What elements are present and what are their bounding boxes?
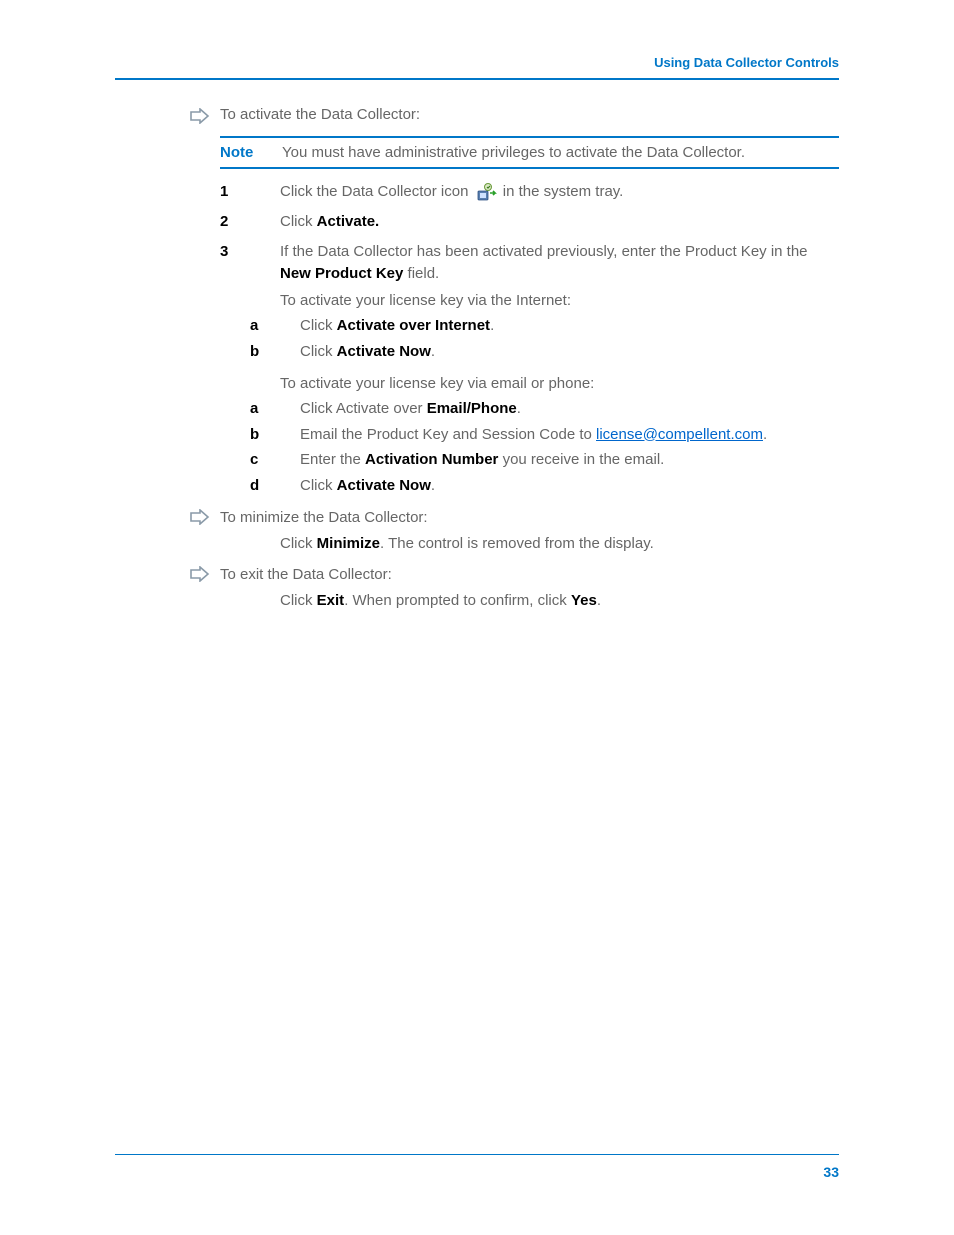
text: Click the Data Collector icon: [280, 183, 473, 200]
footer-rule: [115, 1154, 839, 1155]
text: in the system tray.: [503, 183, 624, 200]
letter-marker: b: [250, 424, 300, 446]
note-text: You must have administrative privileges …: [282, 144, 839, 161]
substep-b: b Email the Product Key and Session Code…: [250, 424, 839, 446]
bold-text: Activate Now: [337, 343, 431, 360]
letter-marker: a: [250, 315, 300, 337]
text: .: [490, 317, 494, 334]
note-rule-bottom: [220, 167, 839, 169]
section-exit-title: To exit the Data Collector:: [220, 564, 839, 586]
section-activate: To activate the Data Collector:: [190, 106, 839, 128]
arrow-right-icon: [190, 566, 210, 582]
bold-text: Email/Phone: [427, 400, 517, 417]
text: Click: [300, 317, 337, 334]
step-body: If the Data Collector has been activated…: [280, 241, 839, 285]
section-exit: To exit the Data Collector: Click Exit. …: [190, 564, 839, 612]
bold-text: Yes: [571, 592, 597, 609]
substep-c: c Enter the Activation Number you receiv…: [250, 449, 839, 471]
header-rule: [115, 78, 839, 80]
section-minimize-title: To minimize the Data Collector:: [220, 507, 839, 529]
substep-body: Enter the Activation Number you receive …: [300, 449, 839, 471]
data-collector-tray-icon: [475, 181, 497, 203]
text: Click: [280, 213, 317, 230]
bold-text: Activate Now: [337, 477, 431, 494]
substep-body: Click Activate over Internet.: [300, 315, 839, 337]
arrow-right-icon: [190, 509, 210, 525]
substep-b: b Click Activate Now.: [250, 341, 839, 363]
sub-intro-email: To activate your license key via email o…: [280, 375, 839, 392]
step-1: 1 Click the Data Collector icon in the s…: [220, 181, 839, 203]
step-marker: 2: [220, 211, 280, 233]
text: Email the Product Key and Session Code t…: [300, 426, 596, 443]
text: .: [431, 343, 435, 360]
step-marker: 1: [220, 181, 280, 203]
text: Click: [300, 343, 337, 360]
section-minimize: To minimize the Data Collector: Click Mi…: [190, 507, 839, 555]
substep-a: a Click Activate over Internet.: [250, 315, 839, 337]
substep-d: d Click Activate Now.: [250, 475, 839, 497]
bold-text: Exit: [317, 592, 345, 609]
bold-text: Activate over Internet: [337, 317, 490, 334]
text: Enter the: [300, 451, 365, 468]
page-content: To activate the Data Collector: Note You…: [190, 98, 839, 612]
substep-body: Click Activate Now.: [300, 475, 839, 497]
substep-body: Click Activate over Email/Phone.: [300, 398, 839, 420]
text: .: [597, 592, 601, 609]
text: . The control is removed from the displa…: [380, 535, 654, 552]
letter-marker: a: [250, 398, 300, 420]
minimize-body: Click Minimize. The control is removed f…: [280, 533, 839, 555]
letter-list-email: a Click Activate over Email/Phone. b Ema…: [250, 398, 839, 497]
substep-a: a Click Activate over Email/Phone.: [250, 398, 839, 420]
header-section-title: Using Data Collector Controls: [654, 55, 839, 70]
text: If the Data Collector has been activated…: [280, 243, 808, 260]
email-link[interactable]: license@compellent.com: [596, 426, 763, 443]
exit-body: Click Exit. When prompted to confirm, cl…: [280, 590, 839, 612]
step-marker: 3: [220, 241, 280, 263]
text: you receive in the email.: [498, 451, 664, 468]
step-body: Click the Data Collector icon in the sys…: [280, 181, 839, 203]
text: field.: [403, 265, 439, 282]
text: Click: [280, 592, 317, 609]
text: .: [763, 426, 767, 443]
bold-text: New Product Key: [280, 265, 403, 282]
note-label: Note: [220, 144, 282, 161]
substep-body: Click Activate Now.: [300, 341, 839, 363]
text: . When prompted to confirm, click: [344, 592, 571, 609]
text: .: [431, 477, 435, 494]
page-number: 33: [823, 1164, 839, 1180]
letter-marker: d: [250, 475, 300, 497]
substep-body: Email the Product Key and Session Code t…: [300, 424, 839, 446]
text: Click: [300, 477, 337, 494]
step-3: 3 If the Data Collector has been activat…: [220, 241, 839, 285]
text: Click Activate over: [300, 400, 427, 417]
note-box: Note You must have administrative privil…: [220, 136, 839, 169]
sub-intro-internet: To activate your license key via the Int…: [280, 292, 839, 309]
numbered-list: 1 Click the Data Collector icon in the s…: [220, 181, 839, 284]
bold-text: Minimize: [317, 535, 380, 552]
text: .: [517, 400, 521, 417]
arrow-right-icon: [190, 108, 210, 124]
letter-list-internet: a Click Activate over Internet. b Click …: [250, 315, 839, 363]
step-2: 2 Click Activate.: [220, 211, 839, 233]
bold-text: Activation Number: [365, 451, 498, 468]
text: Click: [280, 535, 317, 552]
step-body: Click Activate.: [280, 211, 839, 233]
section-activate-title: To activate the Data Collector:: [220, 106, 420, 123]
letter-marker: b: [250, 341, 300, 363]
letter-marker: c: [250, 449, 300, 471]
bold-text: Activate.: [317, 213, 380, 230]
